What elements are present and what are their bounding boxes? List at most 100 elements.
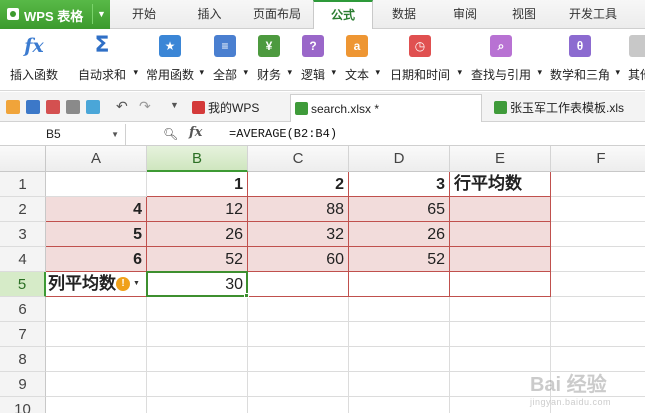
app-menu-button[interactable]: WPS 表格 ▼ — [0, 0, 110, 29]
row-header-2[interactable]: 2 — [0, 197, 46, 222]
document-tab-1[interactable]: 我的WPS — [188, 94, 259, 122]
cell-c2[interactable]: 88 — [248, 197, 349, 222]
column-header-e[interactable]: E — [450, 146, 551, 172]
cell-c5[interactable] — [248, 272, 349, 297]
menu-tab-1[interactable]: 开始 — [112, 0, 176, 29]
ribbon-button-6[interactable]: ? 逻辑 ▾ — [292, 29, 336, 91]
column-header-a[interactable]: A — [46, 146, 147, 172]
cell-b7[interactable] — [147, 322, 248, 347]
cell-e3[interactable] — [450, 222, 551, 247]
cell-e6[interactable] — [450, 297, 551, 322]
name-box[interactable]: B5 ▼ — [0, 124, 126, 145]
cell-f3[interactable] — [551, 222, 645, 247]
row-header-3[interactable]: 3 — [0, 222, 46, 247]
menu-tab-3[interactable]: 页面布局 — [243, 0, 311, 29]
ribbon-button-9[interactable]: ⌕ 查找与引用 ▾ — [462, 29, 542, 91]
row-header-5[interactable]: 5 — [0, 272, 46, 297]
document-tab-2[interactable]: search.xlsx * — [290, 94, 482, 122]
menu-tab-7[interactable]: 视图 — [497, 0, 551, 29]
menu-tab-4[interactable]: 公式 — [313, 0, 373, 30]
column-header-f[interactable]: F — [551, 146, 645, 172]
insert-function-fx-icon[interactable]: fx — [189, 125, 202, 140]
menu-tab-8[interactable]: 开发工具 — [553, 0, 633, 29]
row-header-6[interactable]: 6 — [0, 297, 46, 322]
cell-d6[interactable] — [349, 297, 450, 322]
cell-c10[interactable] — [248, 397, 349, 413]
column-header-d[interactable]: D — [349, 146, 450, 172]
cell-a3[interactable]: 5 — [46, 222, 147, 247]
cell-b9[interactable] — [147, 372, 248, 397]
error-warning-icon[interactable]: ! — [116, 277, 130, 291]
ribbon-button-7[interactable]: a 文本 ▾ — [336, 29, 380, 91]
row-header-7[interactable]: 7 — [0, 322, 46, 347]
formula-input[interactable]: =AVERAGE(B2:B4) — [229, 127, 337, 141]
cell-e1[interactable]: 行平均数 — [450, 172, 551, 197]
cell-a5[interactable]: 列平均数 — [46, 272, 147, 297]
cell-c7[interactable] — [248, 322, 349, 347]
cell-a6[interactable] — [46, 297, 147, 322]
cell-e5[interactable] — [450, 272, 551, 297]
cell-e7[interactable] — [450, 322, 551, 347]
ribbon-button-8[interactable]: ◷ 日期和时间 ▾ — [380, 29, 462, 91]
cell-d1[interactable]: 3 — [349, 172, 450, 197]
cell-c3[interactable]: 32 — [248, 222, 349, 247]
ribbon-button-5[interactable]: ¥ 财务 ▾ — [248, 29, 292, 91]
customize-dropdown-icon[interactable]: ▼ — [170, 100, 179, 110]
cell-f5[interactable] — [551, 272, 645, 297]
cell-d3[interactable]: 26 — [349, 222, 450, 247]
fill-handle[interactable] — [244, 293, 249, 298]
warning-dropdown-icon[interactable]: ▼ — [133, 280, 140, 287]
print-icon[interactable] — [66, 100, 80, 114]
row-header-8[interactable]: 8 — [0, 347, 46, 372]
row-header-1[interactable]: 1 — [0, 172, 46, 197]
cell-d4[interactable]: 52 — [349, 247, 450, 272]
ribbon-button-1[interactable]: fx 插入函数 — [2, 29, 66, 91]
chevron-down-icon[interactable]: ▼ — [92, 4, 110, 24]
column-header-b[interactable]: B — [147, 146, 248, 172]
undo-icon[interactable]: ↶ — [116, 98, 128, 115]
cell-b6[interactable] — [147, 297, 248, 322]
redo-icon[interactable]: ↷ — [139, 98, 151, 115]
cell-d10[interactable] — [349, 397, 450, 413]
cell-a10[interactable] — [46, 397, 147, 413]
cell-a4[interactable]: 6 — [46, 247, 147, 272]
cell-c1[interactable]: 2 — [248, 172, 349, 197]
cell-d2[interactable]: 65 — [349, 197, 450, 222]
cell-c8[interactable] — [248, 347, 349, 372]
ribbon-button-3[interactable]: ★ 常用函数 ▾ — [138, 29, 204, 91]
cell-a2[interactable]: 4 — [46, 197, 147, 222]
open-folder-icon[interactable] — [6, 100, 20, 114]
menu-tab-6[interactable]: 审阅 — [435, 0, 495, 29]
save-icon[interactable] — [26, 100, 40, 114]
cell-c4[interactable]: 60 — [248, 247, 349, 272]
cell-c6[interactable] — [248, 297, 349, 322]
cell-f6[interactable] — [551, 297, 645, 322]
cell-b5[interactable]: 30 — [147, 272, 248, 297]
ribbon-button-4[interactable]: ≡ 全部 ▾ — [204, 29, 248, 91]
cell-a7[interactable] — [46, 322, 147, 347]
ribbon-button-2[interactable]: Σ 自动求和 ▾ — [68, 29, 138, 91]
cell-e2[interactable] — [450, 197, 551, 222]
ribbon-button-11[interactable]: 其他 — [620, 29, 645, 91]
cell-b3[interactable]: 26 — [147, 222, 248, 247]
row-header-10[interactable]: 10 — [0, 397, 46, 413]
cell-b1[interactable]: 1 — [147, 172, 248, 197]
cell-f2[interactable] — [551, 197, 645, 222]
cell-a1[interactable] — [46, 172, 147, 197]
cell-b4[interactable]: 52 — [147, 247, 248, 272]
menu-tab-2[interactable]: 插入 — [178, 0, 241, 29]
cell-f7[interactable] — [551, 322, 645, 347]
select-all-corner[interactable] — [0, 146, 46, 172]
cell-a9[interactable] — [46, 372, 147, 397]
cell-d9[interactable] — [349, 372, 450, 397]
cell-a8[interactable] — [46, 347, 147, 372]
ribbon-button-10[interactable]: θ 数学和三角 ▾ — [542, 29, 620, 91]
cell-c9[interactable] — [248, 372, 349, 397]
cell-d5[interactable] — [349, 272, 450, 297]
name-box-dropdown-icon[interactable]: ▼ — [111, 124, 119, 145]
print-preview-icon[interactable] — [46, 100, 60, 114]
cell-f4[interactable] — [551, 247, 645, 272]
zoom-search-icon[interactable]: 🔍︎ — [163, 127, 178, 141]
row-header-9[interactable]: 9 — [0, 372, 46, 397]
format-painter-icon[interactable] — [86, 100, 100, 114]
